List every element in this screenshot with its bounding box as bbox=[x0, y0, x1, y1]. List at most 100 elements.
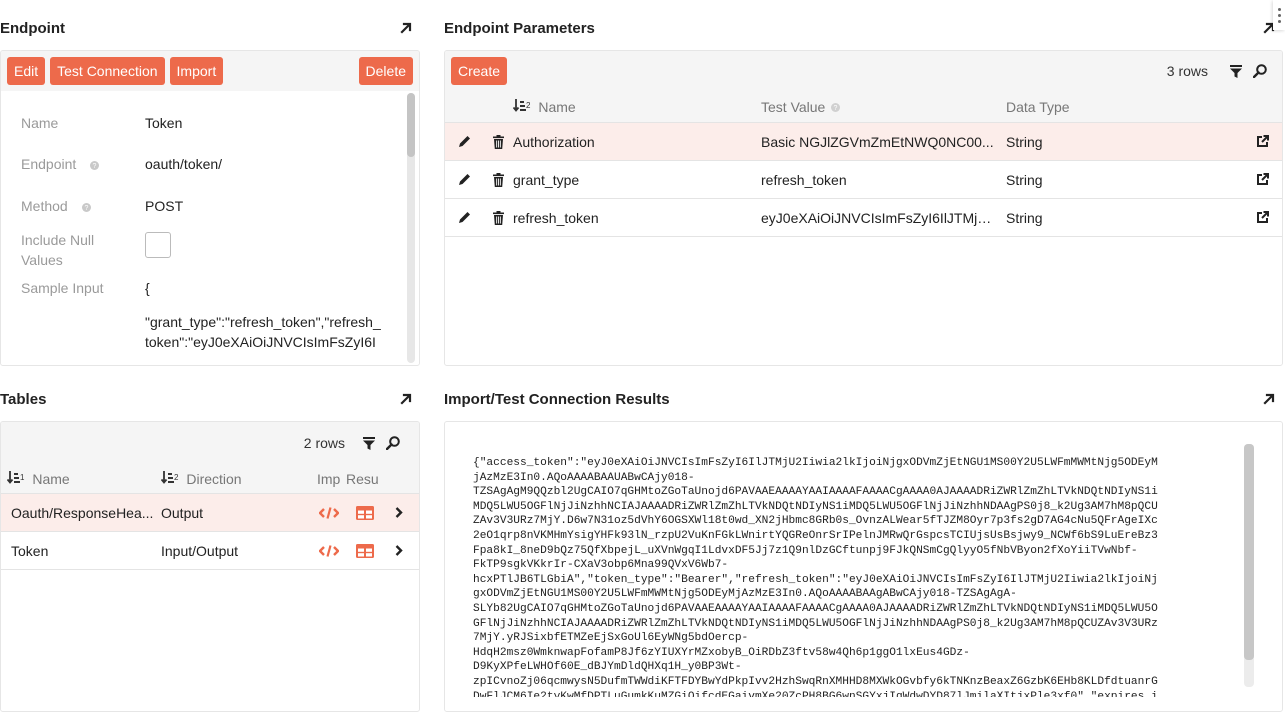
chevron-right-icon[interactable] bbox=[381, 545, 417, 556]
table-direction: Input/Output bbox=[161, 542, 239, 559]
kebab-menu-icon[interactable] bbox=[1273, 0, 1285, 30]
code-icon[interactable] bbox=[309, 506, 349, 519]
method-value: POST bbox=[145, 198, 184, 214]
expand-icon[interactable] bbox=[1261, 391, 1277, 407]
open-external-icon[interactable] bbox=[1242, 173, 1282, 186]
column-label: Test Value bbox=[761, 98, 826, 115]
expand-icon[interactable] bbox=[398, 20, 414, 36]
menu-dot bbox=[1277, 19, 1281, 23]
column-label: Name bbox=[32, 471, 70, 487]
trash-icon[interactable] bbox=[483, 172, 513, 187]
param-data-type: String bbox=[1006, 171, 1043, 188]
endpoint-label: Endpoint bbox=[21, 156, 77, 172]
table-row[interactable]: Oauth/ResponseHea... Output bbox=[1, 494, 419, 532]
column-header-direction[interactable]: 2 Direction bbox=[161, 470, 317, 487]
column-label: Data Type bbox=[1006, 98, 1070, 115]
help-icon[interactable]: ? bbox=[90, 155, 100, 175]
edit-pencil-icon[interactable] bbox=[445, 173, 483, 186]
results-line: {"access_token":"eyJ0eXAiOiJNVCIsImFsZyI… bbox=[473, 457, 1158, 469]
expand-icon[interactable] bbox=[398, 391, 414, 407]
param-test-value: refresh_token bbox=[761, 171, 847, 188]
menu-dot bbox=[1277, 7, 1281, 11]
results-line: DwFlJCM6Ie2tyKwMfDPTLuGumkKuMZGiOifcdEGa… bbox=[473, 690, 1158, 698]
svg-text:?: ? bbox=[84, 205, 88, 212]
results-line: HdqH2msz0WmknwapFofamP8Jf6zYIUXYrMZxobyB… bbox=[473, 646, 970, 659]
code-icon[interactable] bbox=[309, 544, 349, 557]
table-grid-icon[interactable] bbox=[349, 543, 381, 558]
filter-icon[interactable] bbox=[1228, 63, 1244, 79]
tables-panel-header: Tables bbox=[0, 389, 414, 409]
results-output[interactable]: {"access_token":"eyJ0eXAiOiJNVCIsImFsZyI… bbox=[473, 456, 1252, 697]
delete-button[interactable]: Delete bbox=[358, 57, 413, 85]
endpoint-row: Endpoint ? oauth/token/ bbox=[21, 154, 383, 175]
endpoint-toolbar: Edit Test Connection Import Delete bbox=[1, 51, 419, 91]
param-test-value: Basic NGJlZGVmZmEtNWQ0NC00... bbox=[761, 133, 994, 150]
row-count: 3 rows bbox=[1166, 63, 1208, 79]
endpoint-parameters-title: Endpoint Parameters bbox=[444, 19, 595, 37]
trash-icon[interactable] bbox=[483, 134, 513, 149]
include-null-row: Include Null Values bbox=[21, 230, 383, 270]
edit-pencil-icon[interactable] bbox=[445, 135, 483, 148]
endpoint-parameters-panel: Endpoint Parameters Create 3 rows 2 Name bbox=[444, 18, 1285, 366]
search-icon[interactable] bbox=[385, 435, 401, 451]
endpoint-card: Edit Test Connection Import Delete Name … bbox=[0, 50, 420, 366]
edit-button[interactable]: Edit bbox=[7, 57, 46, 85]
column-label: Direction bbox=[186, 471, 242, 487]
endpoint-panel-title: Endpoint bbox=[0, 19, 65, 37]
tables-panel-title: Tables bbox=[0, 390, 47, 408]
tables-grid-header: 1 Name 2 Direction Imp Resu bbox=[1, 464, 419, 494]
import-button[interactable]: Import bbox=[169, 57, 224, 85]
column-header-name[interactable]: 1 Name bbox=[1, 470, 161, 487]
method-row: Method ? POST bbox=[21, 196, 383, 217]
include-null-checkbox[interactable] bbox=[145, 232, 171, 258]
name-value: Token bbox=[145, 115, 183, 131]
column-header-import[interactable]: Imp bbox=[317, 471, 346, 487]
sort-index: 2 bbox=[174, 472, 179, 482]
help-icon[interactable]: ? bbox=[831, 99, 841, 115]
open-external-icon[interactable] bbox=[1242, 211, 1282, 224]
parameters-grid-header: 2 Name Test Value ? Data Type bbox=[445, 91, 1282, 123]
chevron-right-icon[interactable] bbox=[381, 507, 417, 518]
sample-input-value: { "grant_type":"refresh_token","refresh_… bbox=[145, 278, 383, 352]
table-row[interactable]: grant_type refresh_token String bbox=[445, 161, 1282, 199]
create-button[interactable]: Create bbox=[451, 57, 508, 85]
include-null-label: Include Null Values bbox=[21, 232, 95, 268]
column-header-results[interactable]: Resu bbox=[346, 471, 380, 487]
table-name: Token bbox=[11, 542, 49, 559]
sort-icon: 1 bbox=[7, 470, 24, 484]
table-row[interactable]: refresh_token eyJ0eXAiOiJNVCIsImFsZyI6Il… bbox=[445, 199, 1282, 237]
results-scrollbar[interactable] bbox=[1244, 444, 1254, 687]
endpoint-label-cell: Endpoint ? bbox=[21, 154, 145, 175]
tables-grid-body: Oauth/ResponseHea... Output Token Input/… bbox=[1, 494, 419, 570]
filter-icon[interactable] bbox=[361, 435, 377, 451]
tables-toolbar: 2 rows bbox=[1, 422, 419, 464]
param-data-type: String bbox=[1006, 133, 1043, 150]
edit-pencil-icon[interactable] bbox=[445, 211, 483, 224]
help-icon[interactable]: ? bbox=[81, 197, 91, 217]
column-header-test-value[interactable]: Test Value ? bbox=[761, 99, 1006, 115]
results-panel-title: Import/Test Connection Results bbox=[444, 390, 670, 408]
column-header-data-type[interactable]: Data Type bbox=[1006, 99, 1206, 115]
open-external-icon[interactable] bbox=[1242, 135, 1282, 148]
results-line: gxODVmZjEtNGU1MS00Y2U5LWFmMWMtNjg5ODEyMj… bbox=[473, 588, 1017, 601]
scrollbar-thumb[interactable] bbox=[1244, 444, 1254, 660]
results-line: zpICvnoZj06qcmwysN5DufmTWWdiKFTFDYBwYdPk… bbox=[473, 675, 1158, 688]
endpoint-scrollbar[interactable] bbox=[407, 93, 415, 363]
column-header-name[interactable]: 2 Name bbox=[445, 98, 761, 115]
test-connection-button[interactable]: Test Connection bbox=[50, 57, 165, 85]
results-line: Fpa8kI_8neD9bQz75QfXbpejL_uXVnWgqI1LdvxD… bbox=[473, 544, 1138, 557]
results-line: jAzMzE3In0.AQoAAAABAAUABwCAjy018- bbox=[473, 471, 695, 484]
table-row[interactable]: Authorization Basic NGJlZGVmZmEtNWQ0NC00… bbox=[445, 123, 1282, 161]
parameters-grid-body: Authorization Basic NGJlZGVmZmEtNWQ0NC00… bbox=[445, 123, 1282, 237]
endpoint-panel-header: Endpoint bbox=[0, 18, 414, 38]
table-row[interactable]: Token Input/Output bbox=[1, 532, 419, 570]
table-grid-icon[interactable] bbox=[349, 505, 381, 520]
param-name: refresh_token bbox=[513, 209, 599, 226]
param-data-type: String bbox=[1006, 209, 1043, 226]
trash-icon[interactable] bbox=[483, 210, 513, 225]
search-icon[interactable] bbox=[1252, 63, 1268, 79]
scrollbar-thumb[interactable] bbox=[407, 93, 415, 157]
svg-text:?: ? bbox=[93, 163, 97, 170]
include-null-value bbox=[145, 230, 383, 258]
endpoint-form: Name Token Endpoint ? oauth/token/ Metho… bbox=[1, 91, 403, 365]
